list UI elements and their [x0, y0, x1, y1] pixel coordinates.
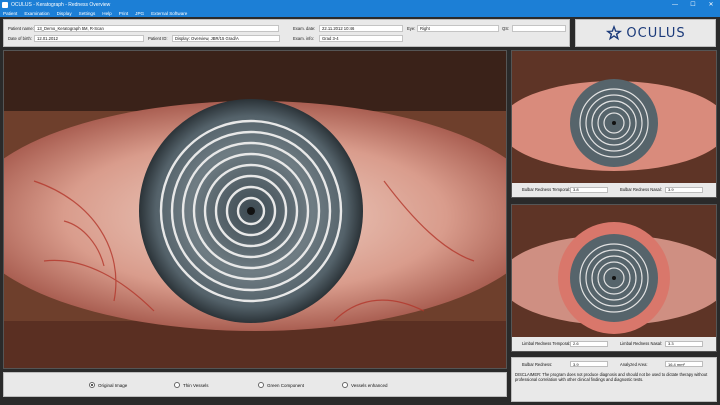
limbal-nasal-label: Limbal Redness Nasal: [620, 341, 663, 346]
dob-value[interactable]: 12.01.2012 [34, 35, 144, 42]
menu-external-software[interactable]: External Software [151, 11, 187, 16]
summary-panel: Bulbar Redness: 3.9 Analyzed Area: 16.4 … [511, 357, 717, 402]
radio-vessels-enhanced[interactable] [342, 382, 348, 388]
mode-vessels-enhanced[interactable]: Vessels enhanced [342, 382, 388, 388]
main-eye-svg [4, 51, 506, 368]
oculus-star-icon [606, 24, 623, 41]
bulbar-temporal-value: 3.8 [570, 186, 608, 193]
app-icon [2, 1, 8, 8]
menu-bar: Patient Examination Display Settings Hel… [0, 9, 720, 17]
close-button[interactable]: ✕ [702, 0, 720, 9]
mode-vessels-enhanced-label: Vessels enhanced [351, 382, 388, 388]
patient-name-field: Patient name: [8, 25, 34, 32]
patient-id-value[interactable]: Display: Overview, JBR/15 Grad/A [172, 35, 280, 42]
display-mode-bar: Original Image Thin Vessels Green Compon… [3, 372, 507, 397]
radio-thin-vessels[interactable] [174, 382, 180, 388]
logo-text: OCULUS [626, 25, 686, 41]
patient-name-value[interactable]: 13_Demo_Keratograph 5M, R-Scan [34, 25, 279, 32]
mode-green-component[interactable]: Green Component [258, 382, 304, 388]
patient-name-label: Patient name: [8, 26, 34, 31]
bulbar-eye-svg [512, 51, 716, 183]
patient-id-label: Patient ID: [148, 36, 168, 41]
limbal-eye-svg [512, 205, 716, 337]
exam-date-label: Exam. date: [293, 26, 316, 31]
limbal-panel: Limbal Redness Temporal: 2.6 Limbal Redn… [511, 204, 717, 352]
analyzed-area-value: 16.4 mm² [665, 361, 703, 367]
mode-green-component-label: Green Component [267, 382, 305, 388]
bulbar-nasal-value: 3.9 [665, 186, 703, 193]
maximize-button[interactable]: ☐ [684, 0, 702, 9]
mode-thin-vessels-label: Thin Vessels [183, 382, 209, 388]
disclaimer-text: DISCLAIMER: The program does not produce… [515, 372, 708, 383]
radio-original-image[interactable] [89, 382, 95, 388]
mode-thin-vessels[interactable]: Thin Vessels [174, 382, 209, 388]
menu-jpg[interactable]: JPG [135, 11, 144, 16]
analyzed-area-label: Analyzed Area: [620, 362, 648, 367]
menu-settings[interactable]: Settings [79, 11, 96, 16]
limbal-nasal-value: 3.3 [665, 340, 703, 347]
main-eye-image[interactable] [3, 50, 507, 369]
bulbar-nasal-label: Bulbar Redness Nasal: [620, 187, 662, 192]
eye-label: Eye: [407, 26, 416, 31]
menu-patient[interactable]: Patient [3, 11, 17, 16]
radio-green-component[interactable] [258, 382, 264, 388]
limbal-eye-image[interactable] [512, 205, 716, 337]
bulbar-redness-value: 3.9 [570, 361, 608, 367]
limbal-temporal-value: 2.6 [570, 340, 608, 347]
qs-label: QS: [502, 26, 510, 31]
exam-info-label: Exam. info: [293, 36, 314, 41]
patient-info-panel: Patient name: 13_Demo_Keratograph 5M, R-… [3, 19, 570, 47]
limbal-values-row: Limbal Redness Temporal: 2.6 Limbal Redn… [512, 338, 716, 349]
bulbar-values-row: Bulbar Redness Temporal: 3.8 Bulbar Redn… [512, 184, 716, 195]
bulbar-eye-image[interactable] [512, 51, 716, 183]
menu-help[interactable]: Help [102, 11, 111, 16]
exam-date-value[interactable]: 22.11.2012 10:46 [319, 25, 403, 32]
title-bar: OCULUS - Keratograph - Redness Overview … [0, 0, 720, 9]
bulbar-panel: Bulbar Redness Temporal: 3.8 Bulbar Redn… [511, 50, 717, 198]
mode-original-image[interactable]: Original Image [89, 382, 127, 388]
menu-display[interactable]: Display [57, 11, 72, 16]
limbal-temporal-label: Limbal Redness Temporal: [522, 341, 571, 346]
minimize-button[interactable]: — [666, 0, 684, 9]
summary-row: Bulbar Redness: 3.9 Analyzed Area: 16.4 … [512, 361, 716, 368]
bulbar-temporal-label: Bulbar Redness Temporal: [522, 187, 571, 192]
window-controls: — ☐ ✕ [666, 0, 720, 9]
logo-panel: OCULUS [575, 19, 716, 47]
menu-print[interactable]: Print [119, 11, 128, 16]
exam-info-value[interactable]: Grad 3-4 [319, 35, 403, 42]
eye-value[interactable]: Right [417, 25, 499, 32]
mode-original-image-label: Original Image [98, 382, 128, 388]
bulbar-redness-label: Bulbar Redness: [522, 362, 553, 367]
dob-label: Date of birth: [8, 36, 32, 41]
window-title: OCULUS - Keratograph - Redness Overview [11, 1, 111, 8]
menu-examination[interactable]: Examination [24, 11, 49, 16]
qs-value[interactable] [512, 25, 566, 32]
